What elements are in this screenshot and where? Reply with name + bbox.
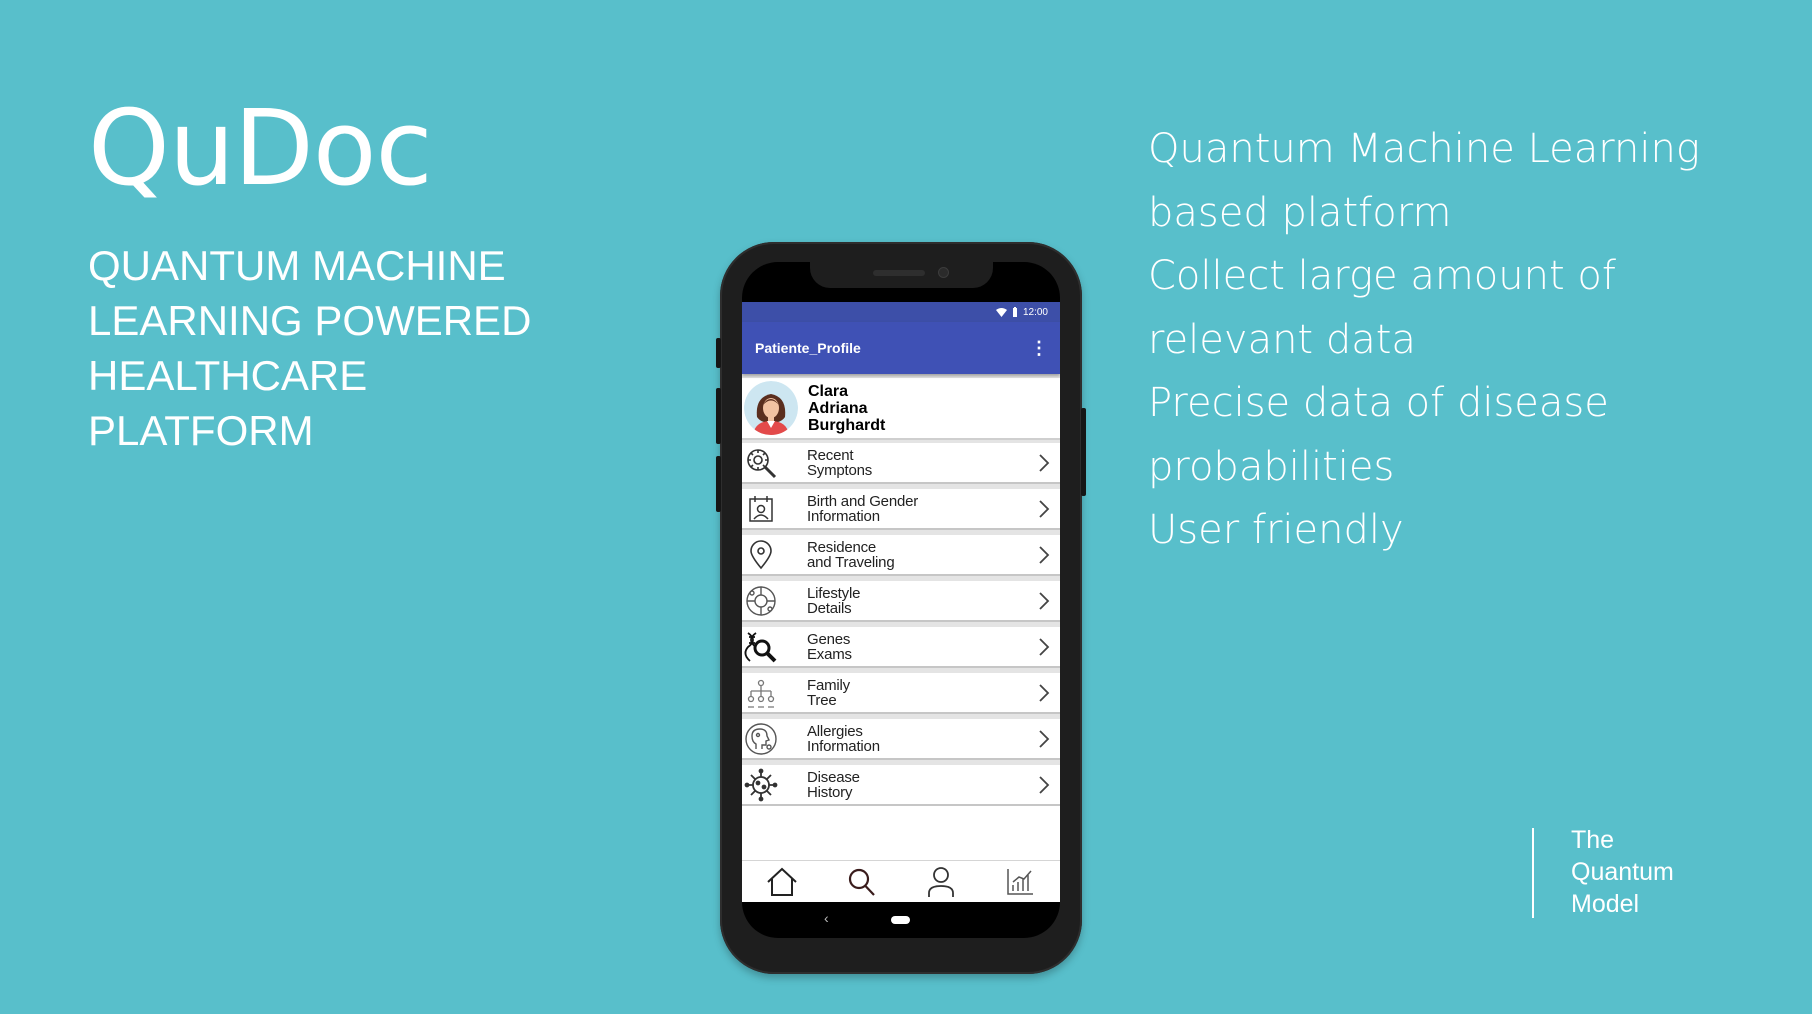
menu-item-genes-exams[interactable]: Genes Exams	[742, 627, 1060, 668]
menu-item-label: Recent Symptons	[807, 448, 1007, 478]
menu-item-allergies[interactable]: Allergies Information	[742, 719, 1060, 760]
chevron-right-icon	[1039, 729, 1050, 748]
virus-icon	[743, 767, 779, 803]
logo-divider	[1532, 828, 1534, 918]
menu-item-line: and Traveling	[807, 553, 895, 571]
chevron-right-icon	[1039, 683, 1050, 702]
allergy-head-icon	[743, 721, 779, 757]
app-bar: Patiente_Profile ⋮	[742, 322, 1060, 374]
volume-button	[716, 388, 721, 444]
chevron-right-icon	[1039, 545, 1050, 564]
wifi-icon	[995, 307, 1007, 317]
dna-search-icon	[743, 629, 779, 665]
chevron-right-icon	[1039, 453, 1050, 472]
menu-item-label: Lifestyle Details	[807, 586, 1007, 616]
chevron-right-icon	[1039, 591, 1050, 610]
home-icon	[767, 867, 797, 896]
family-tree-icon	[743, 675, 779, 711]
menu-item-label: Birth and Gender Information	[807, 494, 1007, 524]
nav-profile[interactable]	[923, 864, 959, 900]
nav-home[interactable]	[764, 864, 800, 900]
brand-tagline: QUANTUM MACHINE LEARNING POWERED HEALTHC…	[88, 242, 532, 454]
virus-magnifier-icon	[743, 445, 779, 481]
menu-item-label: Allergies Information	[807, 724, 1007, 754]
nav-search[interactable]	[843, 864, 879, 900]
feature-line: relevant data	[1148, 316, 1416, 363]
system-nav-bar: ‹	[742, 902, 1060, 938]
menu-item-line: Symptons	[807, 461, 873, 479]
logo-line: Model	[1571, 890, 1640, 918]
menu-item-residence-traveling[interactable]: Residence and Traveling	[742, 535, 1060, 576]
patient-profile-card[interactable]: Clara Adriana Burghardt	[742, 378, 1060, 440]
status-bar: 12:00	[742, 302, 1060, 322]
lifestyle-globe-icon	[743, 583, 779, 619]
feature-line: probabilities	[1148, 443, 1395, 490]
system-back-icon[interactable]: ‹	[824, 910, 829, 926]
menu-item-line: Birth and Gender	[807, 492, 919, 510]
menu-item-line: Residence	[807, 538, 877, 556]
chart-icon	[1007, 869, 1034, 895]
menu-item-line: Family	[807, 676, 850, 694]
phone-screen: 12:00 Patiente_Profile ⋮ Clara Adriana B…	[742, 302, 1060, 902]
front-camera	[938, 267, 949, 278]
menu-item-label: Residence and Traveling	[807, 540, 1007, 570]
logo-line: The	[1571, 826, 1615, 854]
status-time: 12:00	[1022, 306, 1048, 318]
feature-line: User friendly	[1148, 507, 1404, 553]
profile-menu-list: Clara Adriana Burghardt Recent Symptons B…	[742, 374, 1060, 806]
search-icon	[849, 868, 876, 896]
menu-item-label: Genes Exams	[807, 632, 1007, 662]
menu-item-line: Exams	[807, 645, 852, 663]
menu-item-family-tree[interactable]: Family Tree	[742, 673, 1060, 714]
bottom-navigation	[742, 860, 1060, 902]
logo-line: Quantum	[1571, 858, 1674, 886]
brand-title: QuDoc	[88, 87, 433, 209]
nav-stats[interactable]	[1002, 864, 1038, 900]
feature-line: Quantum Machine Learning	[1148, 126, 1700, 172]
menu-item-label: Disease History	[807, 770, 1007, 800]
feature-line: based platform	[1148, 189, 1452, 236]
power-button	[1081, 408, 1086, 496]
menu-item-line: Information	[807, 737, 880, 755]
app-title: Patiente_Profile	[755, 340, 861, 356]
phone-speaker	[873, 270, 925, 276]
battery-icon	[1012, 307, 1017, 317]
chevron-right-icon	[1039, 775, 1050, 794]
volume-button	[716, 456, 721, 512]
menu-item-line: Details	[807, 599, 852, 617]
system-home-pill[interactable]	[891, 916, 910, 924]
patient-middle-name: Adriana	[808, 399, 868, 417]
location-pin-icon	[743, 537, 779, 573]
avatar	[744, 381, 798, 435]
patient-name: Clara Adriana Burghardt	[808, 383, 885, 434]
menu-item-disease-history[interactable]: Disease History	[742, 765, 1060, 806]
menu-item-line: Genes	[807, 630, 851, 648]
feature-line: Precise data of disease	[1148, 380, 1609, 426]
menu-item-line: Tree	[807, 691, 837, 709]
user-icon	[927, 867, 954, 897]
patient-last-name: Burghardt	[808, 416, 886, 434]
menu-item-line: Lifestyle	[807, 584, 861, 602]
menu-item-label: Family Tree	[807, 678, 1007, 708]
chevron-right-icon	[1039, 637, 1050, 656]
company-logo: The Quantum Model	[1571, 824, 1711, 920]
chevron-right-icon	[1039, 499, 1050, 518]
menu-item-birth-gender[interactable]: Birth and Gender Information	[742, 489, 1060, 530]
menu-item-recent-symptoms[interactable]: Recent Symptons	[742, 443, 1060, 484]
menu-item-line: Allergies	[807, 722, 863, 740]
feature-list: Quantum Machine Learning based platform …	[1148, 118, 1700, 563]
menu-item-line: History	[807, 783, 853, 801]
patient-first-name: Clara	[808, 382, 849, 400]
menu-item-line: Information	[807, 507, 880, 525]
menu-item-line: Recent	[807, 446, 854, 464]
id-card-icon	[743, 491, 779, 527]
volume-button	[716, 338, 721, 368]
menu-item-lifestyle[interactable]: Lifestyle Details	[742, 581, 1060, 622]
feature-line: Collect large amount of	[1148, 253, 1616, 299]
overflow-menu-icon[interactable]: ⋮	[1030, 338, 1048, 359]
menu-item-line: Disease	[807, 768, 860, 786]
